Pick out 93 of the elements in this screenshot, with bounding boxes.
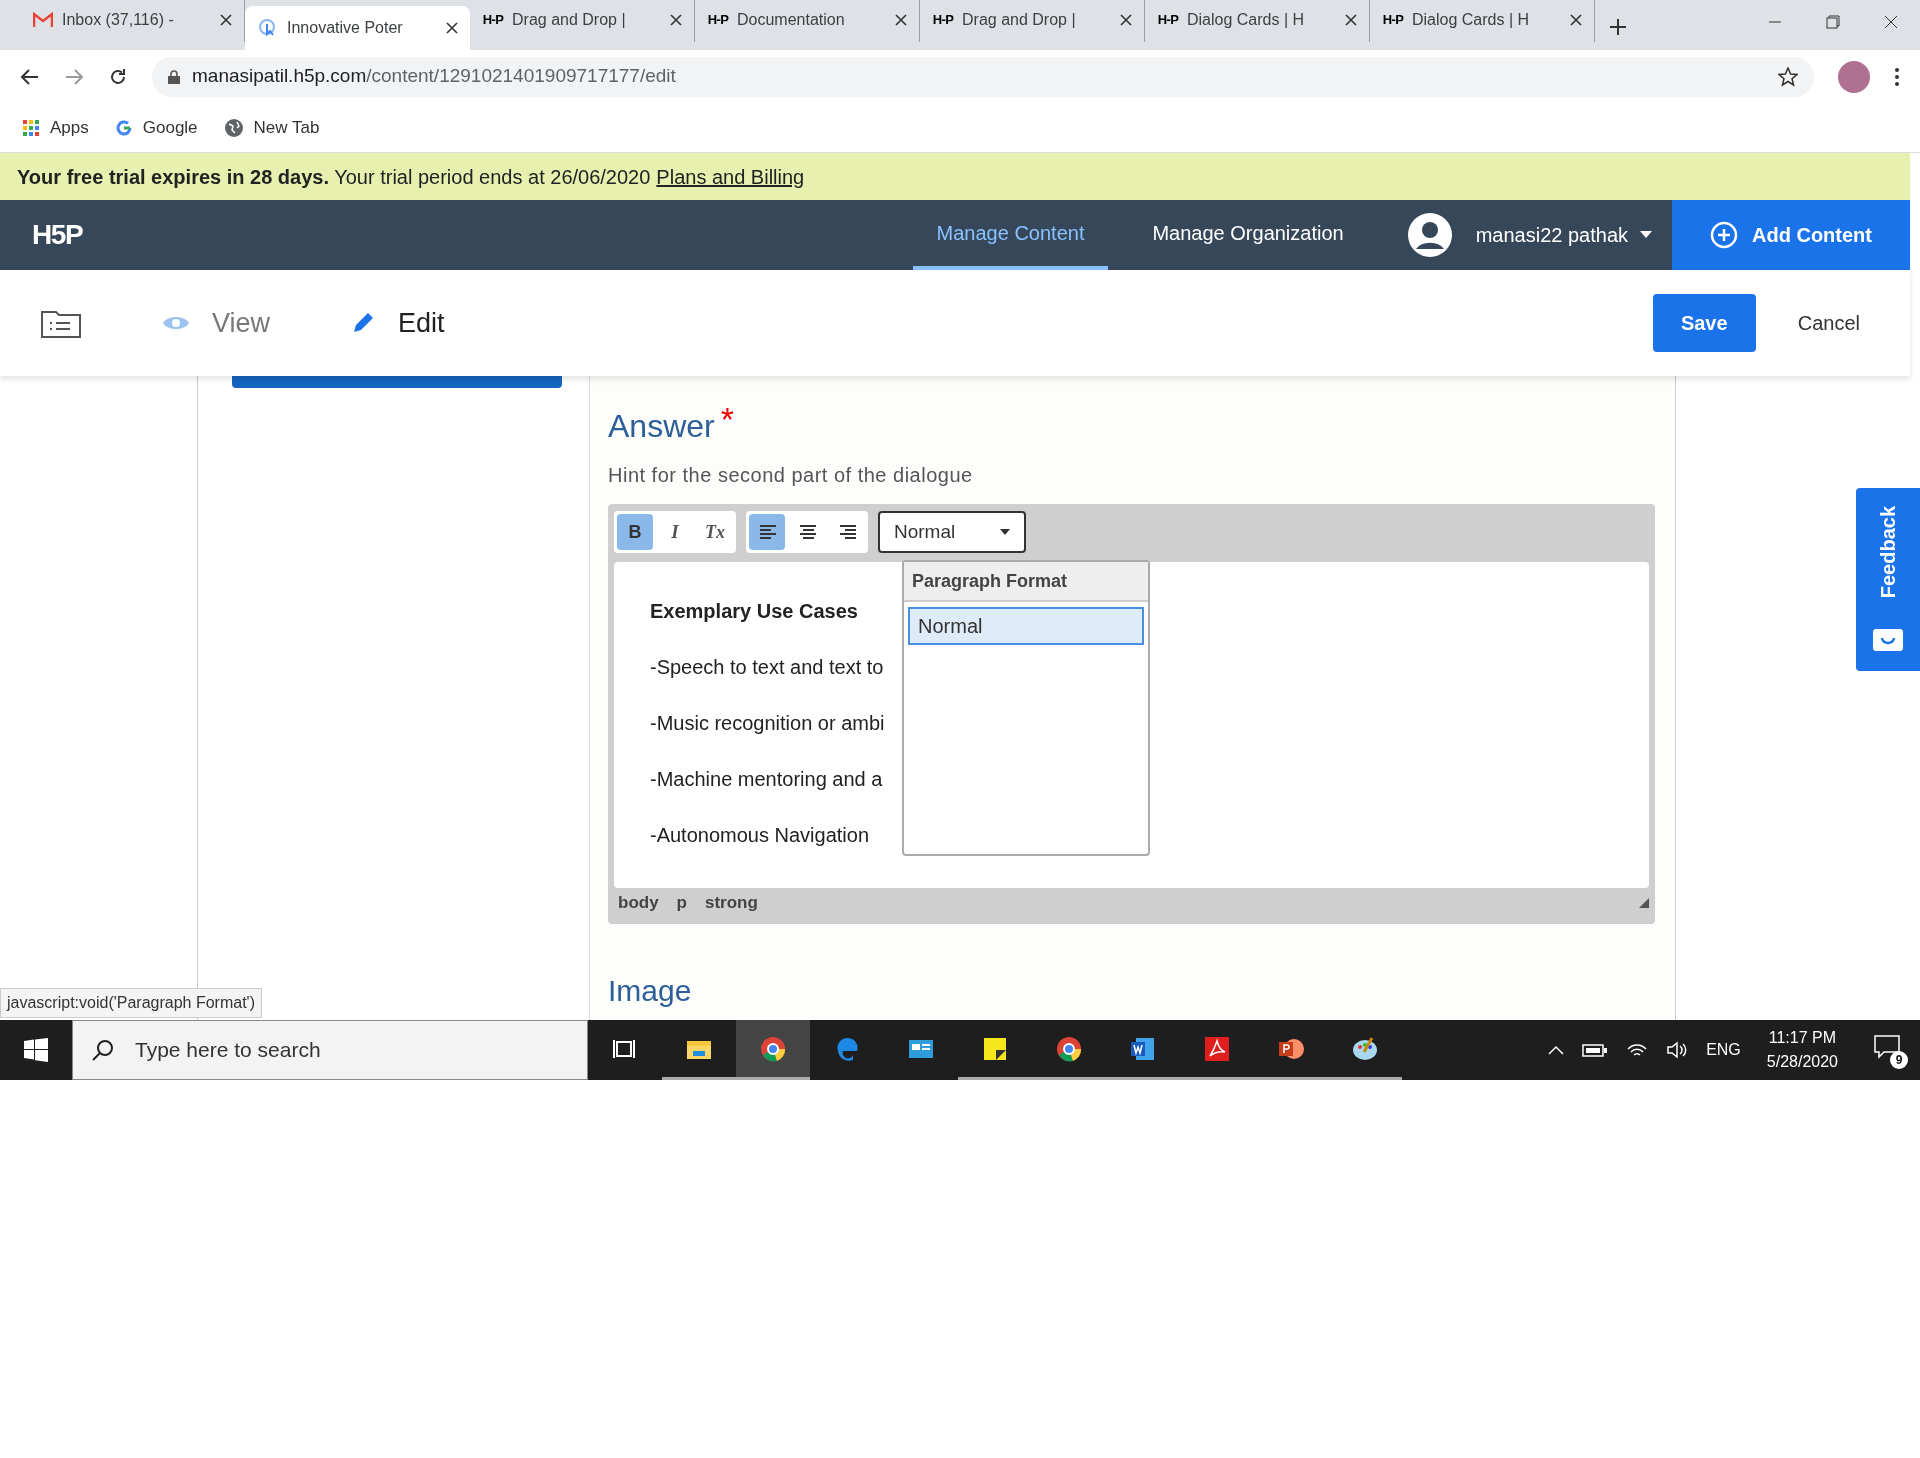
apps-icon (22, 118, 40, 137)
user-menu[interactable]: manasi22 pathak (1475, 220, 1652, 250)
address-field[interactable]: manasipatil.h5p.com/content/1291021401909717177/edit (152, 56, 1814, 97)
url-text: manasipatil.h5p.com/content/1291021401909717177/edit (192, 64, 677, 89)
bookmark-link[interactable]: New Tab (253, 114, 320, 141)
element-path-link[interactable]: body (618, 890, 659, 916)
nav-link[interactable]: Manage Organization (1128, 200, 1368, 270)
tab-title: Dialog Cards | H (1187, 10, 1306, 30)
tab-title: Drag and Drop | (962, 10, 1077, 30)
close-icon[interactable] (1120, 14, 1132, 26)
browser-tab[interactable]: H-P Dialog Cards | H (1370, 0, 1595, 42)
h5p-logo: H5P (32, 218, 83, 252)
taskbar-app[interactable] (736, 1020, 810, 1080)
h5p-logo: H-P (1157, 11, 1179, 30)
h5p-logo: H-P (482, 11, 504, 30)
bold-button[interactable]: B (617, 514, 653, 550)
format-select[interactable]: Normal (878, 511, 1026, 553)
add-content-button[interactable]: Add Content (1672, 200, 1910, 270)
avatar-icon[interactable] (1407, 213, 1452, 257)
bookmark-link[interactable]: Google (142, 114, 198, 141)
forward-icon[interactable] (64, 66, 84, 87)
align-right-icon (838, 524, 856, 540)
close-icon[interactable] (895, 14, 907, 26)
tab-title: Drag and Drop | (512, 10, 627, 30)
profile-avatar[interactable] (1838, 60, 1870, 93)
windows-icon[interactable] (24, 1038, 48, 1062)
nav-link[interactable]: Manage Content (912, 200, 1109, 270)
taskbar-search-field[interactable]: Type here to search (72, 1020, 588, 1080)
align-left-icon (758, 524, 776, 540)
bookmark-link[interactable]: Apps (50, 114, 89, 141)
tab-title: Inbox (37,116) - (62, 10, 175, 30)
field-label: Image (608, 974, 692, 1007)
google-icon (114, 118, 133, 137)
pointer-icon (258, 18, 278, 38)
dropdown-option[interactable]: Normal (908, 607, 1144, 645)
back-icon[interactable] (20, 66, 40, 87)
mode-tab[interactable]: View (162, 302, 271, 344)
language-indicator[interactable]: ENG (1706, 1038, 1741, 1062)
mail-icon (33, 12, 53, 28)
reload-icon[interactable] (108, 66, 128, 87)
h5p-logo: H-P (1382, 11, 1404, 30)
clock-date: 5/28/2020 (1766, 1052, 1838, 1072)
h5p-logo: H-P (932, 11, 954, 30)
editor-paragraph: -Autonomous Navigation (650, 823, 870, 848)
mode-tab[interactable]: Edit (350, 302, 445, 344)
browser-tab[interactable]: Innovative Poter (245, 6, 470, 50)
new-tab-icon[interactable] (1609, 18, 1627, 36)
dropdown-title: Paragraph Format (904, 562, 1148, 602)
close-icon[interactable] (446, 22, 458, 34)
speaker-icon[interactable] (1666, 1041, 1689, 1059)
menu-icon[interactable] (1894, 66, 1900, 87)
h5p-logo: H-P (707, 11, 729, 30)
caret-icon (1640, 231, 1652, 239)
tab-title: Documentation (737, 10, 846, 30)
close-icon[interactable] (670, 14, 682, 26)
search-icon (91, 1038, 115, 1062)
battery-icon[interactable] (1582, 1042, 1609, 1058)
editor-paragraph: -Music recognition or ambi (650, 711, 886, 736)
editor-paragraph: -Speech to text and text to (650, 655, 885, 680)
close-icon[interactable] (1570, 14, 1582, 26)
align-left-button[interactable] (749, 514, 785, 550)
close-icon[interactable] (1884, 15, 1898, 29)
star-icon[interactable] (1778, 66, 1798, 87)
tab-title: Innovative Poter (287, 18, 404, 38)
globe-icon (223, 117, 244, 138)
resize-handle-icon[interactable] (1639, 898, 1649, 908)
element-path-link[interactable]: strong (705, 890, 758, 916)
cancel-button[interactable]: Cancel (1797, 308, 1860, 338)
close-icon[interactable] (220, 14, 232, 26)
browser-tab[interactable]: H-P Drag and Drop | (920, 0, 1145, 42)
required-mark: * (720, 402, 734, 436)
trial-text: Your free trial expires in 28 days. Your trial period ends at 26/06/2020 (17, 164, 651, 190)
lock-icon (168, 69, 180, 84)
feedback-tab[interactable]: Feedback (1856, 488, 1920, 671)
plus-circle-icon (1710, 221, 1738, 249)
field-hint: Hint for the second part of the dialogue (608, 463, 974, 488)
editor-paragraph: -Machine mentoring and a (650, 767, 884, 792)
chevron-up-icon[interactable] (1548, 1045, 1565, 1055)
save-button[interactable]: Save (1652, 294, 1756, 352)
billing-link[interactable]: Plans and Billing (656, 161, 805, 192)
browser-tab[interactable]: H-P Documentation (695, 0, 920, 42)
close-icon[interactable] (1345, 14, 1357, 26)
element-path-link[interactable]: p (676, 890, 687, 916)
tab-title: Dialog Cards | H (1412, 10, 1531, 30)
restore-icon[interactable] (1826, 15, 1840, 29)
align-center-icon (798, 524, 816, 540)
browser-tab[interactable]: H-P Drag and Drop | (470, 0, 695, 42)
editor-paragraph: Exemplary Use Cases (650, 599, 859, 624)
browser-tab[interactable]: H-P Dialog Cards | H (1145, 0, 1370, 42)
clock-time: 11:17 PM (1768, 1028, 1837, 1048)
field-label: Answer (608, 407, 715, 446)
smile-icon (1873, 629, 1903, 653)
caret-icon (1000, 529, 1010, 535)
